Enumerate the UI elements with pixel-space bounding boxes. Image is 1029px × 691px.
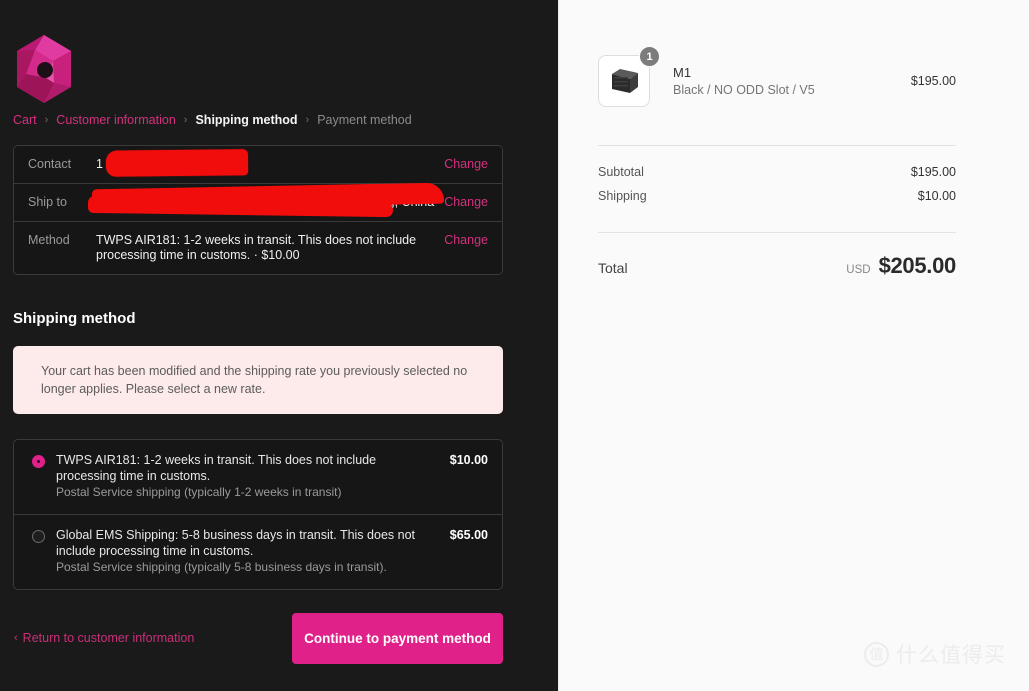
total-divider xyxy=(598,232,956,233)
review-label-contact: Contact xyxy=(28,157,72,171)
shipping-option-title: TWPS AIR181: 1-2 weeks in transit. This … xyxy=(56,453,377,483)
quantity-badge: 1 xyxy=(639,46,660,67)
change-ship-to-link[interactable]: Change xyxy=(444,195,488,210)
order-totals: Subtotal $195.00 Shipping $10.00 xyxy=(598,165,956,213)
shipping-option-title: Global EMS Shipping: 5-8 business days i… xyxy=(56,528,415,558)
watermark-logo-icon: 值 xyxy=(864,641,889,667)
product-price: $195.00 xyxy=(910,74,956,88)
shipping-option-subtitle: Postal Service shipping (typically 5-8 b… xyxy=(56,560,387,574)
checkout-main-panel: Cart › Customer information › Shipping m… xyxy=(0,0,558,691)
checkout-page: Cart › Customer information › Shipping m… xyxy=(0,0,1029,691)
summary-row-shipping: Shipping $10.00 xyxy=(598,189,956,213)
chevron-left-icon: ‹ xyxy=(14,632,18,644)
breadcrumb-separator-icon: › xyxy=(183,114,188,126)
shipping-option-price: $10.00 xyxy=(449,453,488,467)
breadcrumb-item-cart[interactable]: Cart xyxy=(13,113,37,127)
cart-line-item: 1 M1 Black / NO ODD Slot / V5 $195.00 xyxy=(598,45,956,117)
order-review-box: Contact 1 Change Ship to 0 Guangdong, Ch… xyxy=(13,145,503,275)
breadcrumb-item-customer-information[interactable]: Customer information xyxy=(56,113,176,127)
review-label-ship-to: Ship to xyxy=(28,195,67,209)
subtotal-value: $195.00 xyxy=(910,165,956,179)
summary-divider xyxy=(598,145,956,146)
return-to-customer-information-link[interactable]: ‹ Return to customer information xyxy=(14,631,194,645)
shipping-option-twps-air181[interactable]: TWPS AIR181: 1-2 weeks in transit. This … xyxy=(14,440,502,515)
total-currency: USD xyxy=(846,264,871,276)
shipping-option-global-ems[interactable]: Global EMS Shipping: 5-8 business days i… xyxy=(14,515,502,589)
return-link-label: Return to customer information xyxy=(22,631,195,645)
faceted-hexagon-gem-logo xyxy=(17,35,71,103)
breadcrumb-separator-icon: › xyxy=(305,114,310,126)
site-watermark: 值 什么值得买 xyxy=(864,639,1006,669)
review-row-contact: Contact 1 Change xyxy=(14,146,502,184)
review-label-method: Method xyxy=(28,233,70,247)
shipping-options-list: TWPS AIR181: 1-2 weeks in transit. This … xyxy=(13,439,503,590)
shipping-label: Shipping xyxy=(598,189,647,203)
radio-global-ems-unselected[interactable] xyxy=(32,530,45,543)
review-value-ship-to: 0 Guangdong, China xyxy=(318,195,435,209)
change-method-link[interactable]: Change xyxy=(444,233,488,248)
product-thumbnail-black-case-icon xyxy=(612,69,638,93)
summary-row-total: Total USD $205.00 xyxy=(598,253,956,279)
shipping-value: $10.00 xyxy=(917,189,956,203)
product-title: M1 xyxy=(673,64,692,80)
breadcrumb: Cart › Customer information › Shipping m… xyxy=(13,110,503,130)
review-row-ship-to: Ship to 0 Guangdong, China Change xyxy=(14,182,502,222)
summary-row-subtotal: Subtotal $195.00 xyxy=(598,165,956,189)
total-value: $205.00 xyxy=(878,253,957,278)
shipping-method-heading: Shipping method xyxy=(13,310,136,327)
product-variant: Black / NO ODD Slot / V5 xyxy=(673,82,815,97)
breadcrumb-separator-icon: › xyxy=(44,114,49,126)
shipping-option-subtitle: Postal Service shipping (typically 1-2 w… xyxy=(56,485,342,499)
review-row-method: Method TWPS AIR181: 1-2 weeks in transit… xyxy=(14,222,502,274)
breadcrumb-item-shipping-method: Shipping method xyxy=(195,113,298,127)
breadcrumb-item-payment-method: Payment method xyxy=(317,113,412,127)
review-value-method: TWPS AIR181: 1-2 weeks in transit. This … xyxy=(96,233,417,262)
order-summary-panel: 1 M1 Black / NO ODD Slot / V5 $195.00 Su… xyxy=(558,0,1029,691)
total-label: Total xyxy=(598,260,628,276)
review-value-contact: 1 xyxy=(96,157,103,171)
checkout-actions: ‹ Return to customer information Continu… xyxy=(13,612,503,664)
continue-to-payment-method-button[interactable]: Continue to payment method xyxy=(292,612,503,664)
shipping-option-price: $65.00 xyxy=(449,528,488,542)
radio-twps-air181-selected[interactable] xyxy=(32,455,45,468)
store-logo[interactable] xyxy=(13,0,503,110)
subtotal-label: Subtotal xyxy=(598,165,644,179)
change-contact-link[interactable]: Change xyxy=(444,157,488,172)
watermark-text: 什么值得买 xyxy=(896,643,1006,667)
shipping-rate-notice: Your cart has been modified and the ship… xyxy=(13,346,503,414)
